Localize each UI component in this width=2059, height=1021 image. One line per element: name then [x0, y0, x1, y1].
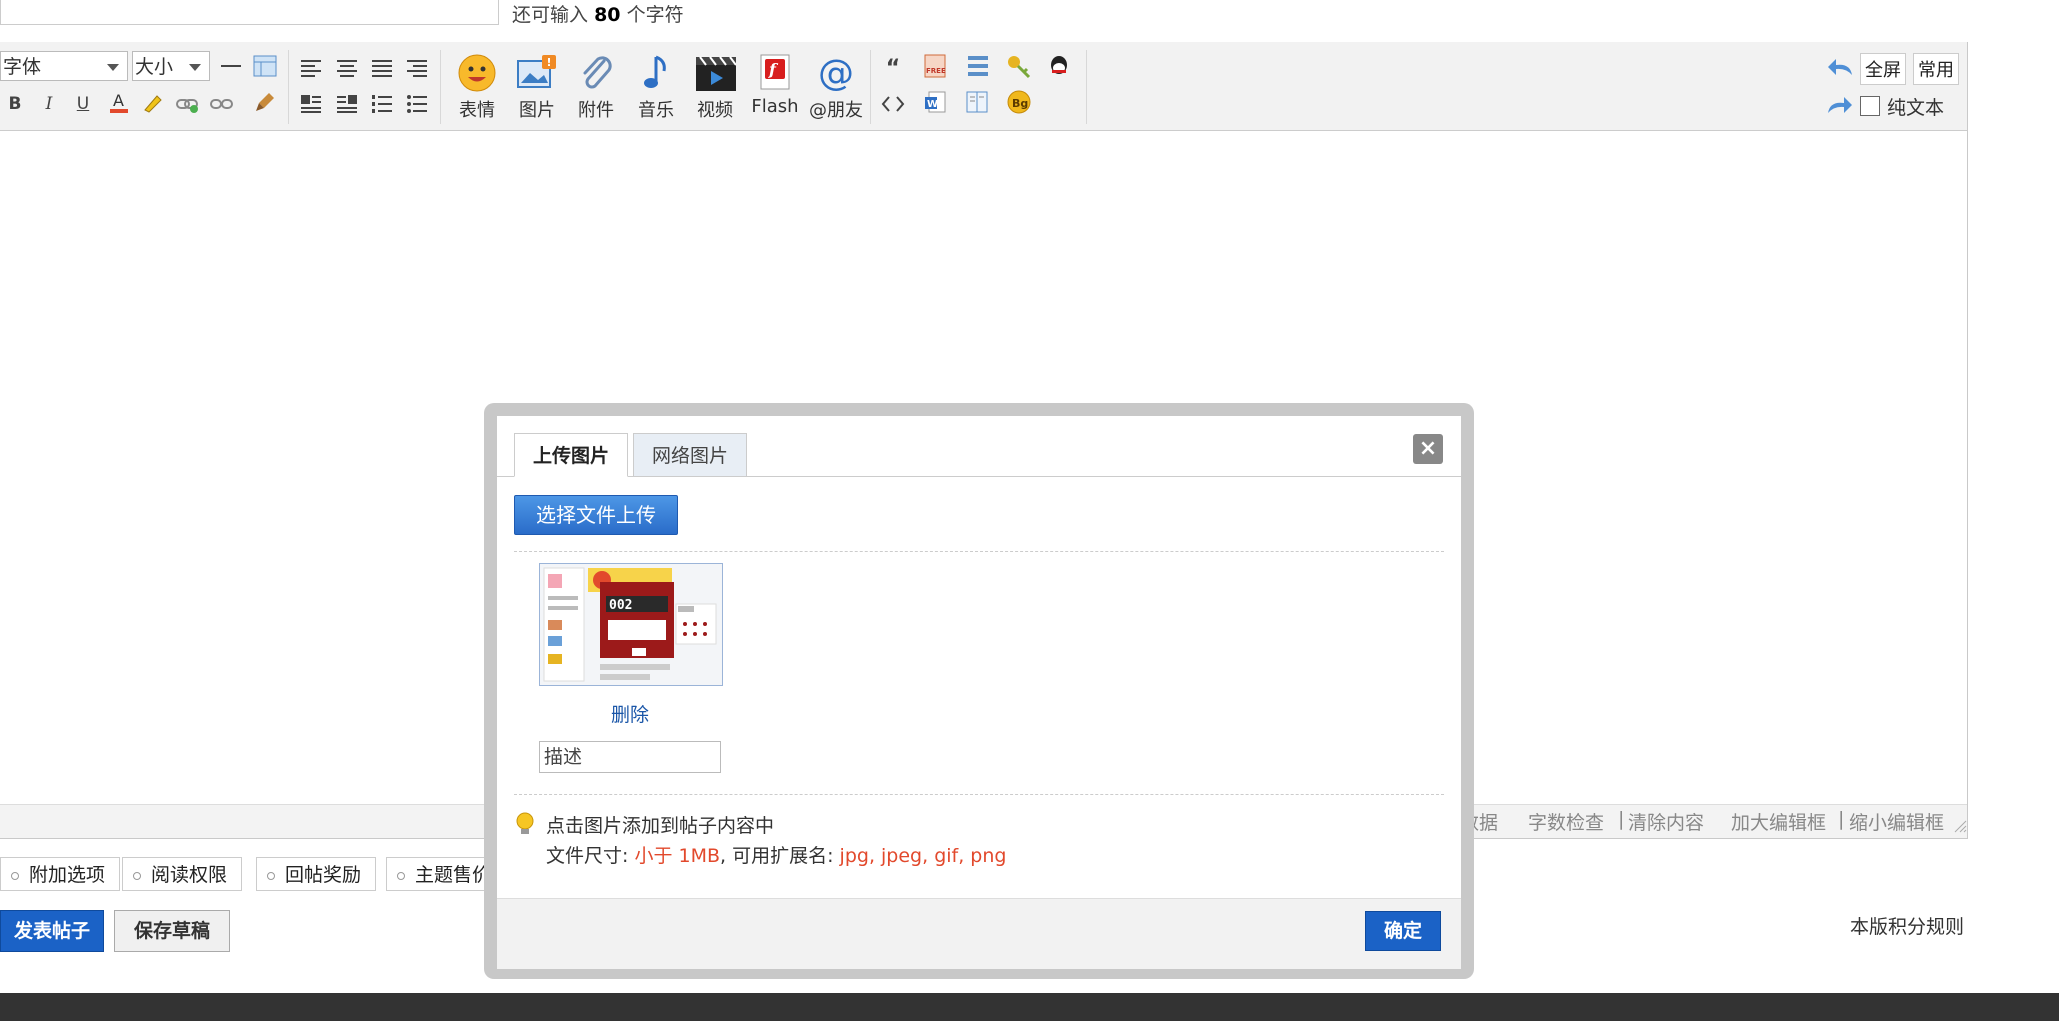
resize-handle-icon[interactable]: [1953, 818, 1967, 837]
code-icon[interactable]: [880, 91, 906, 117]
clear-format-icon[interactable]: [252, 89, 278, 115]
common-button[interactable]: 常用: [1913, 53, 1959, 85]
undo-icon[interactable]: [1826, 55, 1852, 81]
italic-icon[interactable]: I: [36, 91, 62, 117]
tip-click-to-insert: 点击图片添加到帖子内容中: [546, 815, 775, 837]
link-icon[interactable]: [174, 91, 200, 117]
size-select[interactable]: 大小: [132, 51, 210, 81]
music-note-icon: [635, 52, 677, 94]
option-read-permission[interactable]: 阅读权限: [122, 857, 243, 891]
font-color-icon[interactable]: A: [106, 89, 132, 115]
publish-button[interactable]: 发表帖子: [0, 910, 104, 952]
option-extra[interactable]: 附加选项: [0, 857, 121, 891]
table-icon[interactable]: [252, 53, 278, 79]
subject-input[interactable]: [0, 0, 499, 25]
mention-friend-button[interactable]: @ @朋友: [806, 52, 866, 122]
svg-text:W: W: [927, 99, 938, 110]
thumbnail-preview: 002: [540, 564, 722, 685]
choose-file-upload-button[interactable]: 选择文件上传: [514, 495, 678, 535]
image-icon: !: [516, 52, 558, 94]
unordered-list-icon[interactable]: [404, 91, 430, 117]
dialog-footer: [497, 898, 1461, 969]
underline-icon[interactable]: U: [70, 91, 96, 117]
float-left-icon[interactable]: [298, 91, 324, 117]
attachment-button[interactable]: 附件: [568, 52, 624, 122]
svg-text:@: @: [818, 53, 854, 93]
flash-icon: f: [754, 52, 796, 94]
char-count-hint: 还可输入 80 个字符: [512, 4, 684, 26]
image-description-input[interactable]: 描述: [539, 741, 721, 773]
page-break-icon[interactable]: [964, 89, 990, 115]
smiley-icon: [456, 52, 498, 94]
hide-content-icon[interactable]: [964, 53, 990, 79]
svg-text:Bg: Bg: [1012, 97, 1028, 110]
float-right-icon[interactable]: [334, 91, 360, 117]
confirm-button[interactable]: 确定: [1365, 911, 1441, 951]
credit-rules-link[interactable]: 本版积分规则: [1850, 912, 1964, 939]
save-draft-button[interactable]: 保存草稿: [114, 910, 230, 952]
font-select[interactable]: 字体: [0, 51, 128, 81]
plaintext-checkbox[interactable]: [1860, 96, 1880, 116]
quote-icon[interactable]: “: [880, 55, 906, 81]
wordcount-link[interactable]: 字数检查: [1528, 808, 1604, 835]
align-left-icon[interactable]: [298, 55, 324, 81]
option-reply-reward[interactable]: 回帖奖励: [256, 857, 377, 891]
file-size-tip: 文件尺寸: 小于 1MB, 可用扩展名: jpg, jpeg, gif, png: [546, 845, 1007, 867]
image-button[interactable]: ! 图片: [509, 52, 565, 122]
tab-upload-image[interactable]: 上传图片: [514, 433, 629, 477]
close-icon[interactable]: ×: [1413, 434, 1443, 464]
enlarge-editor-link[interactable]: 加大编辑框: [1731, 808, 1826, 835]
word-paste-icon[interactable]: W: [922, 89, 948, 115]
delete-image-link[interactable]: 删除: [611, 700, 649, 727]
tab-web-image[interactable]: 网络图片: [633, 433, 748, 477]
ordered-list-icon[interactable]: [369, 91, 395, 117]
svg-text:!: !: [547, 56, 552, 69]
background-icon[interactable]: Bg: [1006, 89, 1032, 115]
at-icon: @: [815, 52, 857, 94]
allowed-extensions: jpg, jpeg, gif, png: [839, 845, 1007, 867]
fullscreen-button[interactable]: 全屏: [1860, 53, 1906, 85]
free-icon[interactable]: FREE: [922, 53, 948, 79]
highlight-icon[interactable]: [140, 89, 166, 115]
svg-text:FREE: FREE: [926, 67, 946, 75]
video-button[interactable]: 视频: [687, 52, 743, 122]
qq-icon[interactable]: [1046, 53, 1072, 79]
shrink-editor-link[interactable]: 缩小编辑框: [1849, 808, 1944, 835]
bold-icon[interactable]: B: [2, 91, 28, 117]
music-button[interactable]: 音乐: [628, 52, 684, 122]
page-footer: [0, 993, 2059, 1021]
plaintext-label: 纯文本: [1887, 97, 1945, 119]
redo-icon[interactable]: [1826, 93, 1852, 119]
unlink-icon[interactable]: [208, 91, 234, 117]
paperclip-icon: [575, 52, 617, 94]
file-size-limit: 小于 1MB: [634, 845, 721, 867]
align-center-icon[interactable]: [334, 55, 360, 81]
thumbnail-counter: 002: [609, 598, 632, 613]
horizontal-rule-icon[interactable]: [218, 53, 244, 79]
flash-button[interactable]: f Flash: [747, 52, 803, 117]
emoticon-button[interactable]: 表情: [449, 52, 505, 122]
lightbulb-icon: [514, 811, 536, 841]
film-icon: [694, 52, 736, 94]
align-justify-icon[interactable]: [369, 55, 395, 81]
align-right-icon[interactable]: [404, 55, 430, 81]
svg-text:A: A: [113, 91, 124, 110]
uploaded-image-thumbnail[interactable]: 002: [539, 563, 723, 686]
char-count-value: 80: [594, 4, 621, 26]
clear-content-link[interactable]: 清除内容: [1628, 808, 1704, 835]
password-key-icon[interactable]: [1006, 53, 1032, 79]
